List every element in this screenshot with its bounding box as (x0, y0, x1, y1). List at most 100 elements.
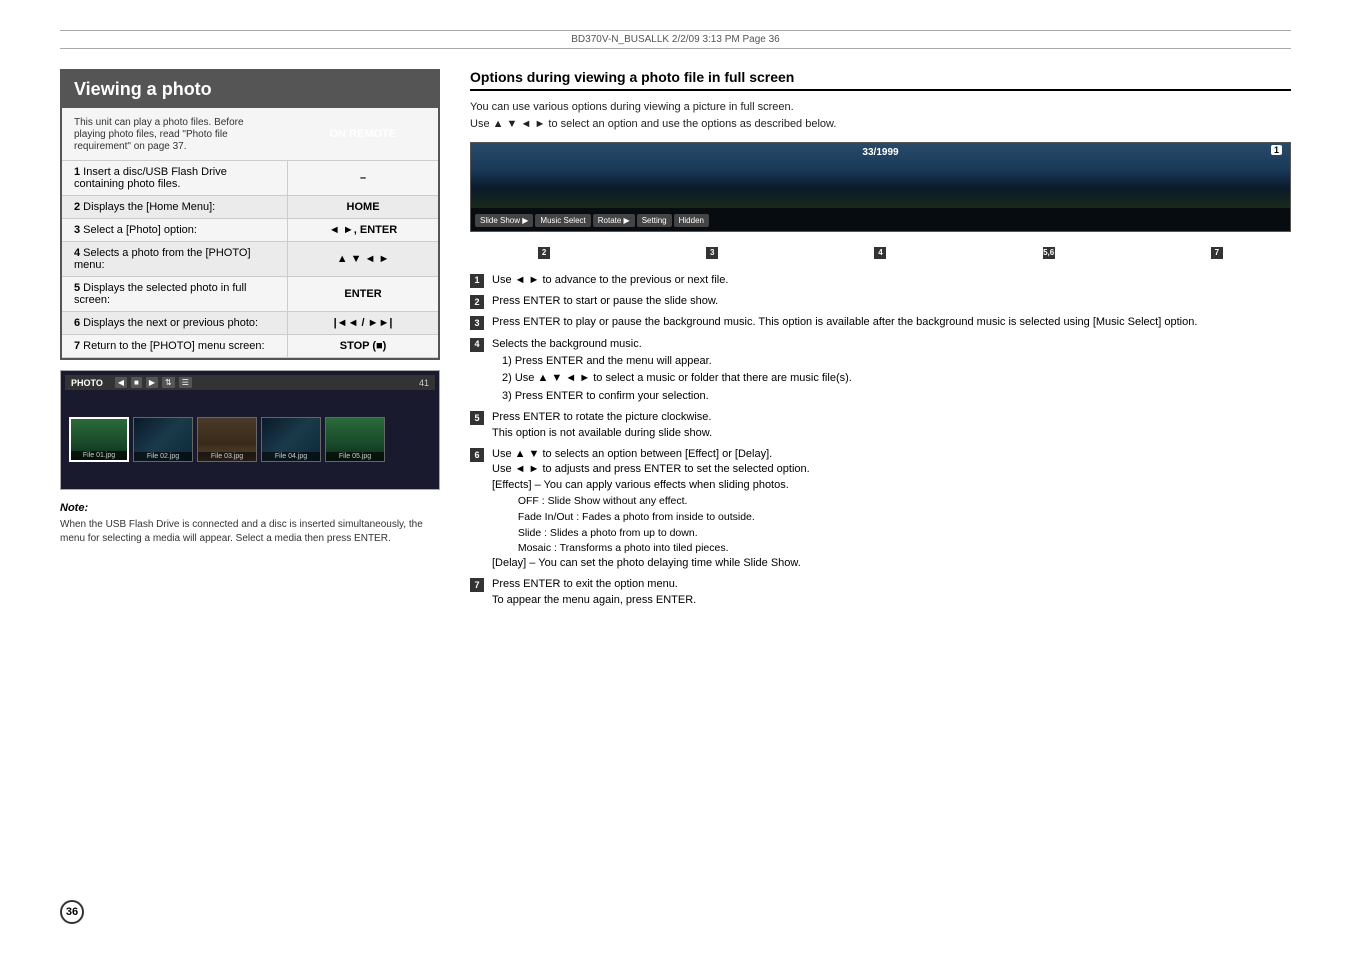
left-column: Viewing a photo This unit can play a pho… (60, 69, 440, 614)
step-label: 3 Select a [Photo] option: (62, 219, 288, 242)
item-text: Press ENTER to start or pause the slide … (492, 294, 1291, 309)
item-text: Use ◄ ► to advance to the previous or ne… (492, 273, 1291, 288)
photo-top-bar: PHOTO ◀ ■ ▶ ⇅ ☰ 41 (65, 375, 435, 390)
remote-value: ENTER (288, 277, 438, 312)
item-extra3: [Effects] – You can apply various effect… (492, 478, 1291, 493)
numbered-item: 3 Press ENTER to play or pause the backgr… (470, 315, 1291, 330)
table-row: 7 Return to the [PHOTO] menu screen: STO… (62, 335, 438, 358)
viewing-description: This unit can play a photo files. Before… (74, 117, 244, 152)
photo-bar-title: PHOTO (71, 378, 103, 388)
page-header: BD370V-N_BUSALLK 2/2/09 3:13 PM Page 36 (60, 30, 1291, 49)
step-label: 6 Displays the next or previous photo: (62, 312, 288, 335)
remote-value: ◄ ►, ENTER (288, 219, 438, 242)
item-number-badge: 1 (470, 274, 484, 288)
thumb-label: File 03.jpg (198, 452, 256, 461)
thumb-label: File 02.jpg (134, 452, 192, 461)
preview-toolbar-button: Rotate ▶ (593, 214, 635, 227)
item-sub: 3) Press ENTER to confirm your selection… (502, 389, 1291, 404)
photo-icon-5: ☰ (179, 377, 192, 388)
item-effect: Mosaic : Transforms a photo into tiled p… (512, 541, 1291, 556)
numbered-item: 6 Use ▲ ▼ to selects an option between [E… (470, 447, 1291, 571)
toolbar-num-badge: 3 (706, 244, 718, 259)
main-content: Viewing a photo This unit can play a pho… (60, 69, 1291, 614)
on-remote-label: ON REMOTE (329, 128, 396, 140)
table-row: 5 Displays the selected photo in full sc… (62, 277, 438, 312)
note-section: Note: When the USB Flash Drive is connec… (60, 502, 440, 546)
item-effect: Slide : Slides a photo from up to down. (512, 526, 1291, 541)
numbered-item: 7Press ENTER to exit the option menu.To … (470, 577, 1291, 608)
item-text: Use ▲ ▼ to selects an option between [Ef… (492, 447, 1291, 571)
item-text: Press ENTER to exit the option menu.To a… (492, 577, 1291, 608)
step-label: 2 Displays the [Home Menu]: (62, 196, 288, 219)
preview-toolbar-button: Hidden (674, 214, 709, 227)
intro-line2: Use ▲ ▼ ◄ ► to select an option and use … (470, 116, 1291, 133)
table-row: 3 Select a [Photo] option: ◄ ►, ENTER (62, 219, 438, 242)
item-number-badge: 2 (470, 295, 484, 309)
preview-toolbar-button: Slide Show ▶ (475, 214, 533, 227)
item-number-badge: 6 (470, 448, 484, 462)
preview-toolbar-button: Setting (637, 214, 672, 227)
item-sub: 2) Use ▲ ▼ ◄ ► to select a music or fold… (502, 371, 1291, 386)
table-row: 2 Displays the [Home Menu]: HOME (62, 196, 438, 219)
photo-icon-3: ▶ (146, 377, 158, 388)
item-extra2: Use ◄ ► to adjusts and press ENTER to se… (492, 462, 1291, 477)
item-number-badge: 3 (470, 316, 484, 330)
item-number-badge: 5 (470, 411, 484, 425)
remote-header-cell: ON REMOTE (288, 108, 438, 161)
viewing-title: Viewing a photo (62, 71, 438, 108)
numbered-item: 4 Selects the background music.1) Press E… (470, 337, 1291, 405)
page-container: BD370V-N_BUSALLK 2/2/09 3:13 PM Page 36 … (0, 0, 1351, 954)
step-label: 7 Return to the [PHOTO] menu screen: (62, 335, 288, 358)
step-label: 1 Insert a disc/USB Flash Drive containi… (62, 161, 288, 196)
photo-icon-2: ■ (131, 377, 142, 388)
viewing-table: This unit can play a photo files. Before… (62, 108, 438, 358)
thumbnail: File 01.jpg (69, 417, 129, 462)
note-title: Note: (60, 502, 440, 514)
item-main-text: Selects the background music. (492, 337, 1291, 352)
photo-screenshot: PHOTO ◀ ■ ▶ ⇅ ☰ 41 File 01.jpg File 02.j… (60, 370, 440, 490)
table-row: 1 Insert a disc/USB Flash Drive containi… (62, 161, 438, 196)
toolbar-num-badge: 5,6 (1043, 244, 1055, 259)
thumbnail: File 04.jpg (261, 417, 321, 462)
table-row: 4 Selects a photo from the [PHOTO] menu:… (62, 242, 438, 277)
item-extra4: [Delay] – You can set the photo delaying… (492, 556, 1291, 571)
preview-counter: 33/1999 (862, 147, 898, 158)
preview-container: 33/1999 1 Slide Show ▶Music SelectRotate… (470, 142, 1291, 259)
step-label: 4 Selects a photo from the [PHOTO] menu: (62, 242, 288, 277)
remote-value: |◄◄ / ►►| (288, 312, 438, 335)
remote-value: STOP (■) (288, 335, 438, 358)
thumb-label: File 01.jpg (71, 451, 127, 460)
thumbnail: File 02.jpg (133, 417, 193, 462)
preview-number-badge: 1 (1271, 145, 1282, 155)
item-extra: This option is not available during slid… (492, 426, 1291, 441)
toolbar-num-badges: 2 3 4 5,6 7 (470, 244, 1291, 259)
remote-value: HOME (288, 196, 438, 219)
toolbar-num-badge: 2 (538, 244, 550, 259)
table-row: 6 Displays the next or previous photo: |… (62, 312, 438, 335)
intro-line1: You can use various options during viewi… (470, 99, 1291, 116)
right-column: Options during viewing a photo file in f… (470, 69, 1291, 614)
header-text: BD370V-N_BUSALLK 2/2/09 3:13 PM Page 36 (571, 34, 779, 45)
item-main-text: Press ENTER to exit the option menu. (492, 577, 1291, 592)
page-number: 36 (60, 900, 84, 924)
toolbar-num-badge: 7 (1211, 244, 1223, 259)
thumb-label: File 05.jpg (326, 452, 384, 461)
item-number-badge: 4 (470, 338, 484, 352)
thumbnails-container: File 01.jpg File 02.jpg File 03.jpg File… (65, 394, 435, 485)
viewing-photo-box: Viewing a photo This unit can play a pho… (60, 69, 440, 360)
numbered-items-container: 1 Use ◄ ► to advance to the previous or n… (470, 273, 1291, 609)
fullscreen-preview: 33/1999 1 Slide Show ▶Music SelectRotate… (470, 142, 1291, 232)
remote-value: ▲ ▼ ◄ ► (288, 242, 438, 277)
item-text: Press ENTER to play or pause the backgro… (492, 315, 1291, 330)
thumbnail: File 05.jpg (325, 417, 385, 462)
item-main-text: Press ENTER to rotate the picture clockw… (492, 410, 1291, 425)
toolbar-num-badge: 4 (874, 244, 886, 259)
item-text: Selects the background music.1) Press EN… (492, 337, 1291, 405)
thumbnail: File 03.jpg (197, 417, 257, 462)
preview-landscape-image: 33/1999 1 (471, 143, 1290, 208)
photo-count: 41 (419, 378, 429, 388)
note-text: When the USB Flash Drive is connected an… (60, 518, 440, 546)
preview-toolbar: Slide Show ▶Music SelectRotate ▶SettingH… (471, 208, 1290, 232)
item-effect: OFF : Slide Show without any effect. (512, 494, 1291, 509)
photo-icon-1: ◀ (115, 377, 127, 388)
